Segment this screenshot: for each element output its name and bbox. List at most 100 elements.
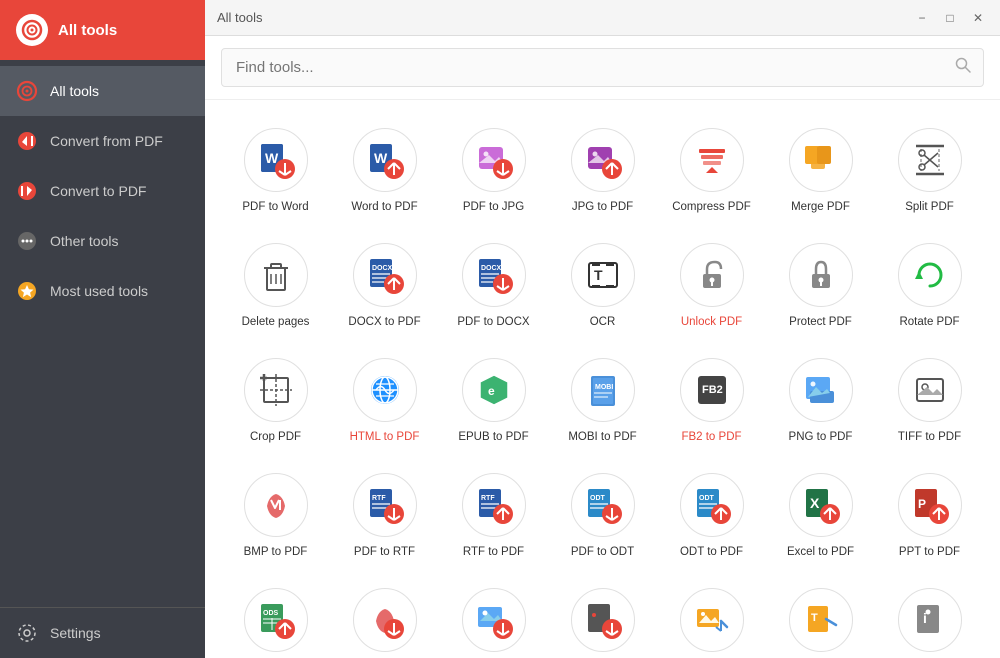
tool-epub-to-pdf[interactable]: e EPUB to PDF bbox=[443, 346, 544, 453]
protect-pdf-icon bbox=[789, 243, 853, 307]
tool-rtf-to-pdf[interactable]: RTF RTF to PDF bbox=[443, 461, 544, 568]
tool-docx-to-pdf[interactable]: DOCX DOCX to PDF bbox=[334, 231, 435, 338]
svg-text:DOCX: DOCX bbox=[481, 265, 502, 272]
merge-pdf-icon bbox=[789, 128, 853, 192]
edit-metadata-icon: i bbox=[898, 588, 962, 652]
mobi-to-pdf-icon: MOBI bbox=[571, 358, 635, 422]
tool-split-pdf[interactable]: Split PDF bbox=[879, 116, 980, 223]
search-bar bbox=[205, 36, 1000, 100]
pdf-to-bmp-icon bbox=[353, 588, 417, 652]
compress-pdf-icon bbox=[680, 128, 744, 192]
tools-area: W PDF to Word W bbox=[205, 100, 1000, 658]
sidebar-item-convert-from-pdf-label: Convert from PDF bbox=[50, 133, 163, 149]
tool-compress-pdf[interactable]: Compress PDF bbox=[661, 116, 762, 223]
close-button[interactable]: ✕ bbox=[968, 8, 988, 28]
svg-text:T: T bbox=[811, 612, 818, 624]
tool-fb2-to-pdf[interactable]: FB2 FB2 to PDF bbox=[661, 346, 762, 453]
settings-icon bbox=[16, 622, 38, 644]
tool-edit-metadata[interactable]: i Edit metadata bbox=[879, 576, 980, 658]
tool-unlock-pdf[interactable]: Unlock PDF bbox=[661, 231, 762, 338]
tool-protect-pdf[interactable]: Protect PDF bbox=[770, 231, 871, 338]
tool-jpg-to-pdf[interactable]: JPG to PDF bbox=[552, 116, 653, 223]
tool-pdf-to-bmp[interactable]: PDF to BMP bbox=[334, 576, 435, 658]
split-pdf-icon bbox=[898, 128, 962, 192]
tool-extract-text[interactable]: T Extract text bbox=[770, 576, 871, 658]
tool-mobi-to-pdf[interactable]: MOBI MOBI to PDF bbox=[552, 346, 653, 453]
pdf-to-word-icon: W bbox=[244, 128, 308, 192]
other-tools-icon bbox=[16, 230, 38, 252]
svg-text:RTF: RTF bbox=[372, 495, 386, 502]
tool-pdf-to-word[interactable]: W PDF to Word bbox=[225, 116, 326, 223]
sidebar-item-other-tools-label: Other tools bbox=[50, 233, 118, 249]
sidebar-item-convert-from-pdf[interactable]: Convert from PDF bbox=[0, 116, 205, 166]
png-to-pdf-icon bbox=[789, 358, 853, 422]
sidebar-item-all-tools-label: All tools bbox=[50, 83, 99, 99]
delete-pages-icon bbox=[244, 243, 308, 307]
ocr-icon: T bbox=[571, 243, 635, 307]
svg-text:T: T bbox=[594, 267, 603, 283]
convert-from-pdf-icon bbox=[16, 130, 38, 152]
docx-to-pdf-icon: DOCX bbox=[353, 243, 417, 307]
settings-item[interactable]: Settings bbox=[16, 622, 189, 644]
tool-delete-pages[interactable]: Delete pages bbox=[225, 231, 326, 338]
tool-merge-pdf[interactable]: Merge PDF bbox=[770, 116, 871, 223]
tool-bmp-to-pdf[interactable]: BMP to PDF bbox=[225, 461, 326, 568]
sidebar-item-other-tools[interactable]: Other tools bbox=[0, 216, 205, 266]
tool-ppt-to-pdf[interactable]: P PPT to PDF bbox=[879, 461, 980, 568]
search-input[interactable] bbox=[222, 49, 943, 86]
bmp-to-pdf-label: BMP to PDF bbox=[244, 545, 308, 560]
word-to-pdf-icon: W bbox=[353, 128, 417, 192]
most-used-tools-icon bbox=[16, 280, 38, 302]
ods-to-pdf-icon: ODS bbox=[244, 588, 308, 652]
fb2-to-pdf-icon: FB2 bbox=[680, 358, 744, 422]
tool-pdf-to-jpg[interactable]: PDF to JPG bbox=[443, 116, 544, 223]
tool-excel-to-pdf[interactable]: X Excel to PDF bbox=[770, 461, 871, 568]
tool-extract-images[interactable]: Extract images bbox=[661, 576, 762, 658]
sidebar-logo-title: All tools bbox=[58, 22, 117, 39]
svg-text:P: P bbox=[918, 497, 926, 511]
epub-to-pdf-label: EPUB to PDF bbox=[458, 430, 528, 445]
tool-word-to-pdf[interactable]: W Word to PDF bbox=[334, 116, 435, 223]
tool-ods-to-pdf[interactable]: ODS ODS to PDF bbox=[225, 576, 326, 658]
tool-crop-pdf[interactable]: Crop PDF bbox=[225, 346, 326, 453]
excel-to-pdf-label: Excel to PDF bbox=[787, 545, 854, 560]
settings-label: Settings bbox=[50, 625, 101, 641]
tool-pdf-to-rtf[interactable]: RTF PDF to RTF bbox=[334, 461, 435, 568]
svg-text:DOCX: DOCX bbox=[372, 265, 393, 272]
tiff-to-pdf-label: TIFF to PDF bbox=[898, 430, 961, 445]
sidebar-item-convert-to-pdf[interactable]: Convert to PDF bbox=[0, 166, 205, 216]
tool-odt-to-pdf[interactable]: ODT ODT to PDF bbox=[661, 461, 762, 568]
odt-to-pdf-icon: ODT bbox=[680, 473, 744, 537]
sidebar-logo: All tools bbox=[0, 0, 205, 60]
fb2-to-pdf-label: FB2 to PDF bbox=[681, 430, 741, 445]
html-to-pdf-icon bbox=[353, 358, 417, 422]
sidebar-item-all-tools[interactable]: All tools bbox=[0, 66, 205, 116]
minimize-button[interactable]: − bbox=[912, 8, 932, 28]
tool-rotate-pdf[interactable]: Rotate PDF bbox=[879, 231, 980, 338]
titlebar-title: All tools bbox=[217, 10, 263, 25]
crop-pdf-icon bbox=[244, 358, 308, 422]
word-to-pdf-label: Word to PDF bbox=[351, 200, 417, 215]
svg-text:ODS: ODS bbox=[263, 610, 279, 617]
tool-ocr[interactable]: T OCR bbox=[552, 231, 653, 338]
tool-html-to-pdf[interactable]: HTML to PDF bbox=[334, 346, 435, 453]
tool-tiff-to-pdf[interactable]: TIFF to PDF bbox=[879, 346, 980, 453]
tool-pdf-to-odt[interactable]: ODT PDF to ODT bbox=[552, 461, 653, 568]
odt-to-pdf-label: ODT to PDF bbox=[680, 545, 743, 560]
rtf-to-pdf-icon: RTF bbox=[462, 473, 526, 537]
maximize-button[interactable]: □ bbox=[940, 8, 960, 28]
pdf-to-jpg-label: PDF to JPG bbox=[463, 200, 524, 215]
jpg-to-pdf-icon bbox=[571, 128, 635, 192]
extract-text-icon: T bbox=[789, 588, 853, 652]
ppt-to-pdf-icon: P bbox=[898, 473, 962, 537]
sidebar-item-most-used-tools[interactable]: Most used tools bbox=[0, 266, 205, 316]
excel-to-pdf-icon: X bbox=[789, 473, 853, 537]
tool-pdf-to-png[interactable]: PDF to PNG bbox=[443, 576, 544, 658]
sidebar-item-most-used-tools-label: Most used tools bbox=[50, 283, 148, 299]
tool-png-to-pdf[interactable]: PNG to PDF bbox=[770, 346, 871, 453]
convert-to-pdf-icon bbox=[16, 180, 38, 202]
tool-pdf-to-docx[interactable]: DOCX PDF to DOCX bbox=[443, 231, 544, 338]
tool-pdf-to-tiff[interactable]: PDF to TIFF bbox=[552, 576, 653, 658]
crop-pdf-label: Crop PDF bbox=[250, 430, 301, 445]
svg-text:RTF: RTF bbox=[481, 495, 495, 502]
